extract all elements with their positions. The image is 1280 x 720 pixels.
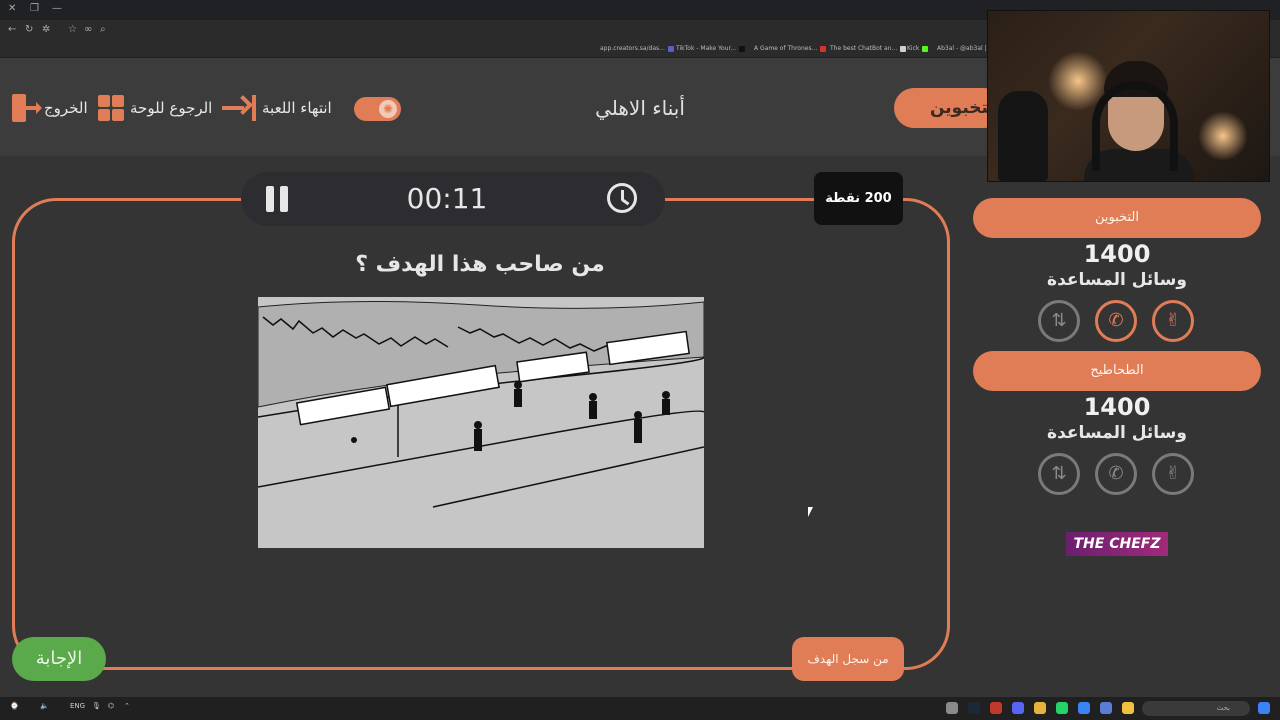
- settings-toggle[interactable]: ✺: [354, 97, 401, 121]
- phone-icon[interactable]: ✆: [1095, 300, 1137, 342]
- bookmark-item[interactable]: A Game of Thrones...: [754, 45, 827, 52]
- lamp-glow: [1198, 111, 1248, 161]
- store-app-icon[interactable]: [1100, 702, 1112, 714]
- grid-icon: [98, 95, 124, 121]
- team-name-pill[interactable]: الطحاطيح: [973, 351, 1261, 391]
- exit-button[interactable]: الخروج: [12, 94, 88, 122]
- edge-app-icon[interactable]: [1078, 702, 1090, 714]
- restore-window-icon[interactable]: ❐: [30, 3, 39, 14]
- points-badge: 200 نقطة: [814, 172, 903, 225]
- minimize-window-icon[interactable]: —: [52, 3, 62, 14]
- question-text: من صاحب هذا الهدف ؟: [355, 252, 605, 277]
- volume-icon[interactable]: 🔈: [40, 702, 49, 710]
- victory-hand-icon[interactable]: ✌: [1152, 453, 1194, 495]
- team-name-pill[interactable]: التخبوين: [973, 198, 1261, 238]
- folder-app-icon[interactable]: [1122, 702, 1134, 714]
- back-to-board-button[interactable]: الرجوع للوحة: [98, 95, 212, 121]
- bookmark-item[interactable]: The best ChatBot an...: [830, 45, 907, 52]
- headphones-icon: [1092, 81, 1178, 171]
- mouse-cursor: [808, 507, 813, 517]
- back-icon[interactable]: ←: [8, 24, 16, 35]
- exit-door-icon: [12, 94, 42, 122]
- phone-icon[interactable]: ✆: [1095, 453, 1137, 495]
- team-score: 1400: [1083, 393, 1151, 421]
- gear-icon: ✺: [379, 100, 397, 118]
- taskbar-search[interactable]: بحث: [1142, 701, 1250, 716]
- end-label: انتهاء اللعبة: [262, 99, 332, 117]
- webcam-overlay: [987, 10, 1270, 182]
- swap-turn-icon[interactable]: ⇅: [1038, 453, 1080, 495]
- board-label: الرجوع للوحة: [130, 99, 213, 117]
- mic-icon[interactable]: 🎙: [92, 702, 101, 710]
- team-score: 1400: [1083, 240, 1151, 268]
- arrow-to-bar-icon: [222, 95, 256, 121]
- swap-turn-icon[interactable]: ⇅: [1038, 300, 1080, 342]
- reset-timer-icon[interactable]: [607, 183, 637, 213]
- aids-label: وسائل المساعدة: [1047, 270, 1187, 290]
- network-icon[interactable]: ⌬: [108, 702, 114, 710]
- bookmark-item[interactable]: app.creators.sa/das...: [600, 45, 674, 52]
- bookmark-item[interactable]: TikTok - Make Your...: [676, 45, 746, 52]
- football-sketch-image: [258, 297, 704, 548]
- exit-label: الخروج: [44, 99, 88, 117]
- windows-taskbar: ⌚ 🔈 ENG 🎙 ⌬ ⌃ بحث: [0, 697, 1280, 720]
- link-icon[interactable]: ∞: [84, 24, 92, 35]
- hint-button[interactable]: من سجل الهدف: [792, 637, 904, 681]
- whatsapp-app-icon[interactable]: [1056, 702, 1068, 714]
- bookmark-item[interactable]: Ab3al - @ab3al | ...: [937, 45, 994, 52]
- close-window-icon[interactable]: ✕: [8, 3, 16, 14]
- clock[interactable]: ⌚: [10, 702, 19, 710]
- extension-icon[interactable]: ✲: [42, 24, 50, 35]
- chrome-app-icon[interactable]: [1034, 702, 1046, 714]
- answer-button[interactable]: الإجابة: [12, 637, 106, 681]
- sponsor-logo: THE CHEFZ: [1066, 532, 1168, 556]
- pause-icon[interactable]: [266, 186, 288, 212]
- search-icon[interactable]: ⌕: [100, 24, 106, 35]
- chair-shape: [998, 91, 1048, 181]
- timer-display: 00:11: [406, 182, 488, 215]
- victory-hand-icon[interactable]: ✌: [1152, 300, 1194, 342]
- discord-app-icon[interactable]: [1012, 702, 1024, 714]
- aids-label: وسائل المساعدة: [1047, 423, 1187, 443]
- question-image: [258, 297, 704, 548]
- chevron-up-icon[interactable]: ⌃: [124, 702, 130, 710]
- language-indicator[interactable]: ENG: [70, 702, 85, 710]
- star-icon[interactable]: ☆: [68, 24, 77, 35]
- reload-icon[interactable]: ↻: [25, 24, 33, 35]
- steam-app-icon[interactable]: [968, 702, 980, 714]
- record-app-icon[interactable]: [990, 702, 1002, 714]
- end-game-button[interactable]: انتهاء اللعبة: [222, 95, 332, 121]
- settings-app-icon[interactable]: [946, 702, 958, 714]
- game-title: أبناء الاهلي: [595, 96, 685, 120]
- bookmark-item[interactable]: Kick: [907, 45, 929, 52]
- start-icon[interactable]: [1258, 702, 1270, 714]
